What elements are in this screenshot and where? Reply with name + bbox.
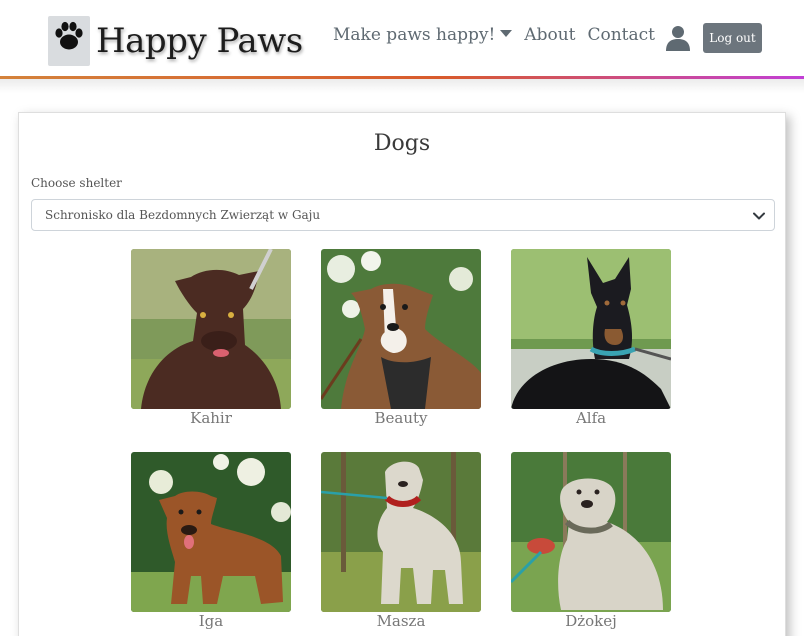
dog-name: Alfa (575, 409, 607, 427)
dog-card-iga[interactable]: Iga (131, 452, 291, 630)
dog-photo[interactable] (511, 249, 671, 409)
paw-logo-icon (48, 16, 90, 66)
shelter-select[interactable]: Schronisko dla Bezdomnych Zwierząt w Gaj… (31, 199, 775, 231)
dog-photo[interactable] (321, 249, 481, 409)
dog-card-alfa[interactable]: Alfa (511, 249, 671, 427)
dog-photo[interactable] (321, 452, 481, 612)
shelter-selected-value: Schronisko dla Bezdomnych Zwierząt w Gaj… (45, 208, 321, 222)
dog-card-dzokej[interactable]: Dżokej (511, 452, 671, 630)
navbar: Happy Paws Make paws happy! About Contac… (0, 0, 804, 78)
logout-button[interactable]: Log out (703, 23, 762, 53)
dog-photo[interactable] (511, 452, 671, 612)
nav-about[interactable]: About (524, 25, 575, 45)
dog-name: Masza (376, 612, 426, 630)
dog-photo[interactable] (131, 452, 291, 612)
dog-card-kahir[interactable]: Kahir (131, 249, 291, 427)
navbar-shadow (0, 79, 804, 93)
user-icon[interactable] (665, 25, 691, 51)
dog-card-beauty[interactable]: Beauty (321, 249, 481, 427)
nav-make-paws-happy-label: Make paws happy! (333, 25, 496, 45)
brand-name: Happy Paws (96, 21, 303, 61)
dog-card-masza[interactable]: Masza (321, 452, 481, 630)
nav-contact[interactable]: Contact (587, 25, 655, 45)
dog-name: Dżokej (565, 612, 617, 630)
dog-name: Kahir (190, 409, 232, 427)
nav-make-paws-happy-dropdown[interactable]: Make paws happy! (333, 25, 513, 45)
chevron-down-icon (753, 212, 765, 220)
page-title: Dogs (373, 131, 431, 156)
brand-link[interactable]: Happy Paws (48, 16, 303, 66)
caret-down-icon (500, 30, 513, 37)
dog-name: Iga (198, 612, 224, 630)
nav-links: Make paws happy! About Contact (333, 25, 655, 45)
shelter-label: Choose shelter (31, 176, 122, 190)
dogs-card: Dogs Choose shelter Schronisko dla Bezdo… (18, 112, 786, 636)
dog-photo[interactable] (131, 249, 291, 409)
dog-name: Beauty (374, 409, 428, 427)
